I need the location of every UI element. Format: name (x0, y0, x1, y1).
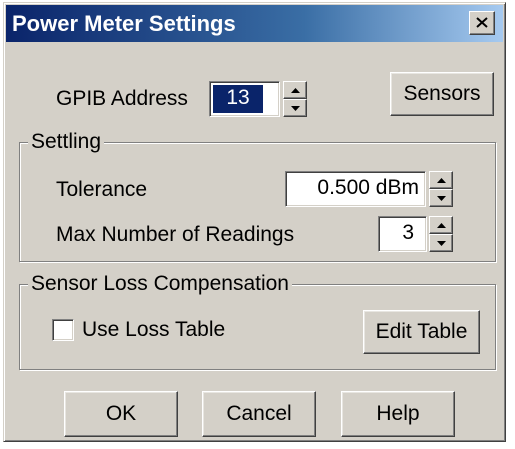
max-readings-label: Max Number of Readings (56, 223, 295, 246)
edit-table-button[interactable]: Edit Table (363, 310, 480, 354)
tolerance-label: Tolerance (56, 178, 148, 201)
use-loss-table-label[interactable]: Use Loss Table (82, 317, 225, 343)
arrow-up-icon (291, 88, 300, 93)
spin-up-button[interactable] (429, 216, 453, 234)
sensors-button-label: Sensors (403, 82, 481, 105)
gpib-address-spinner[interactable] (283, 81, 307, 117)
tolerance-field[interactable]: 0.500 dBm (285, 171, 426, 207)
close-icon (476, 17, 488, 28)
settling-group-legend: Settling (28, 129, 105, 155)
arrow-down-icon (437, 196, 446, 201)
tolerance-value: 0.500 dBm (317, 176, 419, 199)
use-loss-table-checkbox[interactable] (52, 319, 74, 341)
help-button-label: Help (376, 402, 420, 425)
ok-button[interactable]: OK (64, 391, 178, 437)
title-bar[interactable]: Power Meter Settings (6, 5, 503, 42)
spin-down-button[interactable] (283, 99, 307, 117)
close-button[interactable] (469, 11, 495, 35)
spin-up-button[interactable] (429, 171, 453, 189)
max-readings-value: 3 (402, 221, 414, 244)
gpib-address-field[interactable]: 13 (209, 81, 280, 117)
arrow-up-icon (437, 223, 446, 228)
cancel-button-label: Cancel (226, 402, 292, 425)
max-readings-field[interactable]: 3 (378, 216, 427, 252)
tolerance-spinner[interactable] (429, 171, 453, 207)
arrow-up-icon (437, 178, 446, 183)
power-meter-settings-dialog: Power Meter Settings GPIB Address 13 Sen… (3, 2, 506, 442)
spin-down-button[interactable] (429, 234, 453, 252)
gpib-address-value: 13 (213, 85, 263, 113)
window-title: Power Meter Settings (12, 11, 236, 36)
ok-button-label: OK (105, 402, 137, 425)
spin-up-button[interactable] (283, 81, 307, 99)
arrow-down-icon (291, 106, 300, 111)
cancel-button[interactable]: Cancel (202, 391, 316, 437)
edit-table-button-label: Edit Table (375, 320, 468, 343)
help-button[interactable]: Help (341, 391, 455, 437)
sensor-loss-compensation-legend: Sensor Loss Compensation (28, 271, 292, 297)
max-readings-spinner[interactable] (429, 216, 453, 252)
sensors-button[interactable]: Sensors (390, 72, 494, 116)
gpib-address-label: GPIB Address (56, 87, 188, 110)
spin-down-button[interactable] (429, 189, 453, 207)
arrow-down-icon (437, 241, 446, 246)
